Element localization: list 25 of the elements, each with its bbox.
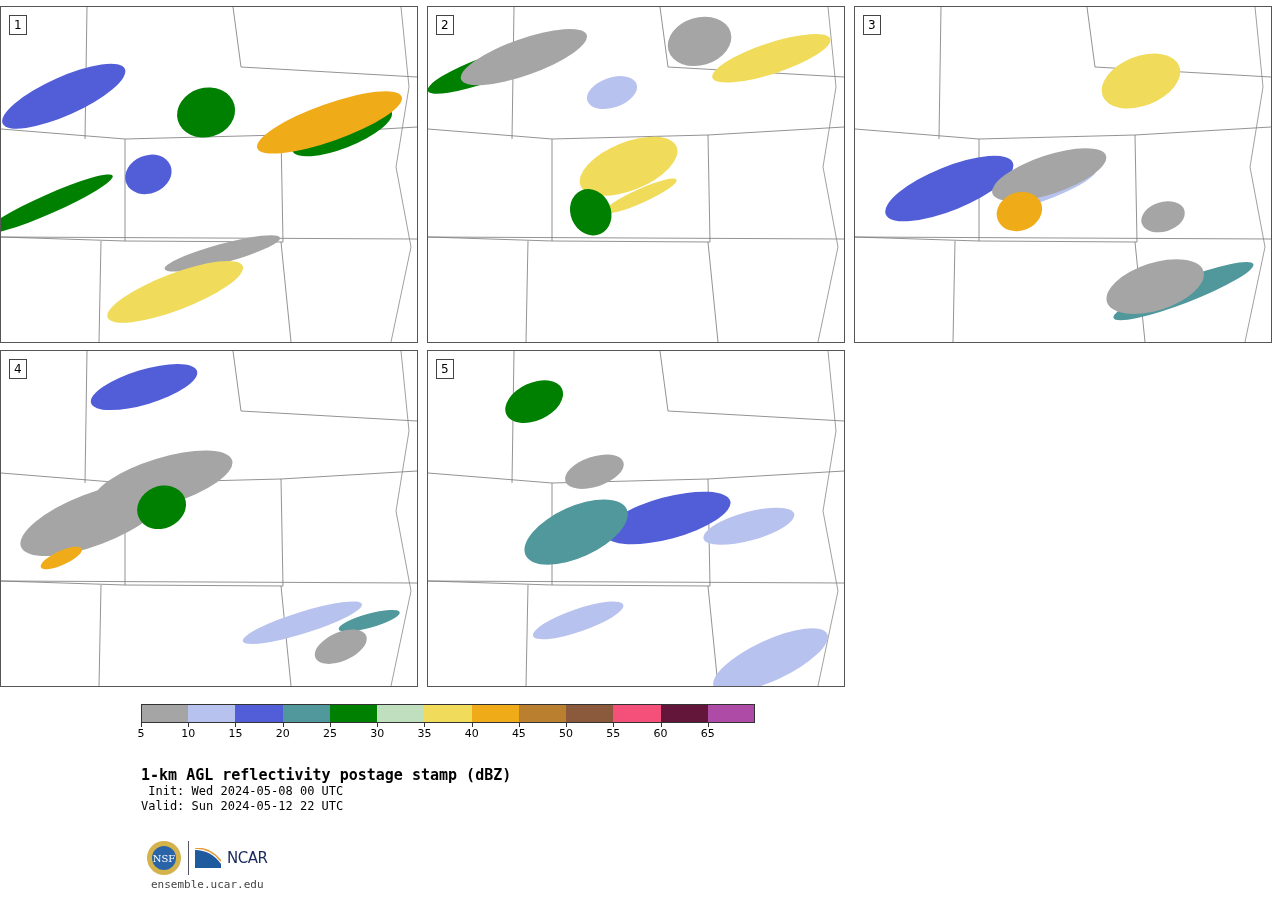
logo-text: NCAR xyxy=(227,849,268,867)
panel-number: 4 xyxy=(9,359,27,379)
panel-number: 2 xyxy=(436,15,454,35)
chart-title: 1-km AGL reflectivity postage stamp (dBZ) xyxy=(141,766,513,784)
tick-label: 60 xyxy=(653,727,668,740)
panel-number: 5 xyxy=(436,359,454,379)
tick-label: 25 xyxy=(322,727,337,740)
tick-label: 35 xyxy=(417,727,432,740)
swoosh-icon xyxy=(195,848,221,868)
panel-number: 3 xyxy=(863,15,881,35)
tick-label: 40 xyxy=(464,727,479,740)
tick-label: 45 xyxy=(511,727,526,740)
valid-time: Valid: Sun 2024-05-12 22 UTC xyxy=(141,799,345,814)
globe-logo: NSF xyxy=(146,840,182,876)
tick-label: 55 xyxy=(606,727,621,740)
init-time: Init: Wed 2024-05-08 00 UTC xyxy=(147,784,345,799)
tick-label: 30 xyxy=(370,727,385,740)
tick-label: 10 xyxy=(181,727,196,740)
tick-label: 15 xyxy=(228,727,243,740)
tick-label: 65 xyxy=(700,727,715,740)
panel-number: 1 xyxy=(9,15,27,35)
tick-label: 5 xyxy=(137,727,145,740)
site-url: ensemble.ucar.edu xyxy=(151,878,264,891)
tick-label: 20 xyxy=(275,727,290,740)
tick-label: 50 xyxy=(559,727,574,740)
